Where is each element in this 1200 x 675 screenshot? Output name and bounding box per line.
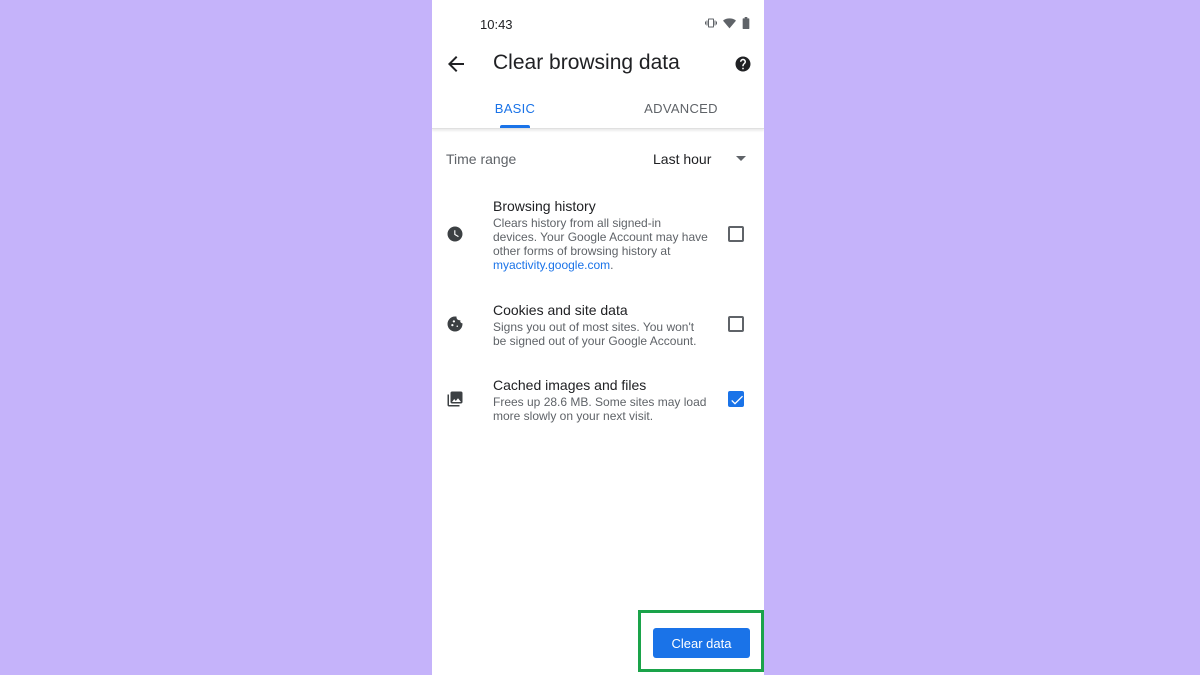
- checkmark-icon: [731, 395, 743, 405]
- arrow-back-icon: [448, 56, 464, 72]
- vibrate-icon: [705, 16, 717, 34]
- time-range-label: Time range: [446, 151, 517, 167]
- status-time: 10:43: [480, 17, 513, 32]
- cookies-option[interactable]: Cookies and site data Signs you out of m…: [432, 299, 764, 359]
- tab-indicator: [500, 125, 530, 128]
- phone-screen: 10:43 Clear browsing data BASIC ADVANCED…: [432, 0, 764, 675]
- time-range-dropdown[interactable]: Last hour: [648, 144, 752, 174]
- tab-bar: BASIC ADVANCED: [432, 88, 764, 129]
- tab-advanced[interactable]: ADVANCED: [598, 88, 764, 128]
- clear-data-button[interactable]: Clear data: [653, 628, 750, 658]
- cached-images-description: Frees up 28.6 MB. Some sites may load mo…: [493, 395, 707, 423]
- cached-images-option[interactable]: Cached images and files Frees up 28.6 MB…: [432, 374, 764, 434]
- browsing-history-title: Browsing history: [493, 198, 596, 214]
- wifi-icon: [723, 16, 736, 34]
- browsing-history-checkbox[interactable]: [728, 226, 744, 242]
- browsing-history-description: Clears history from all signed-in device…: [493, 216, 708, 272]
- tab-basic[interactable]: BASIC: [432, 88, 598, 128]
- cookies-checkbox[interactable]: [728, 316, 744, 332]
- page-title: Clear browsing data: [493, 51, 680, 74]
- clock-icon: [446, 225, 464, 243]
- cookies-description: Signs you out of most sites. You won't b…: [493, 320, 697, 348]
- app-bar: Clear browsing data: [432, 44, 764, 84]
- browsing-history-desc-text: Clears history from all signed-in device…: [493, 216, 708, 258]
- image-icon: [446, 390, 464, 408]
- time-range-value: Last hour: [653, 151, 712, 167]
- browsing-history-option[interactable]: Browsing history Clears history from all…: [432, 195, 764, 285]
- help-button[interactable]: [734, 55, 752, 73]
- help-icon: [735, 56, 751, 72]
- browsing-history-desc-end: .: [610, 258, 614, 272]
- status-icons: [705, 16, 750, 34]
- cookie-icon: [446, 315, 464, 333]
- battery-icon: [742, 16, 750, 34]
- status-bar: 10:43: [432, 0, 764, 48]
- back-button[interactable]: [444, 52, 468, 76]
- cached-images-title: Cached images and files: [493, 377, 647, 393]
- dropdown-arrow-icon: [736, 156, 746, 161]
- time-range-row: Time range Last hour: [432, 140, 764, 178]
- cached-images-checkbox[interactable]: [728, 391, 744, 407]
- cookies-title: Cookies and site data: [493, 302, 628, 318]
- myactivity-link[interactable]: myactivity.google.com: [493, 258, 610, 272]
